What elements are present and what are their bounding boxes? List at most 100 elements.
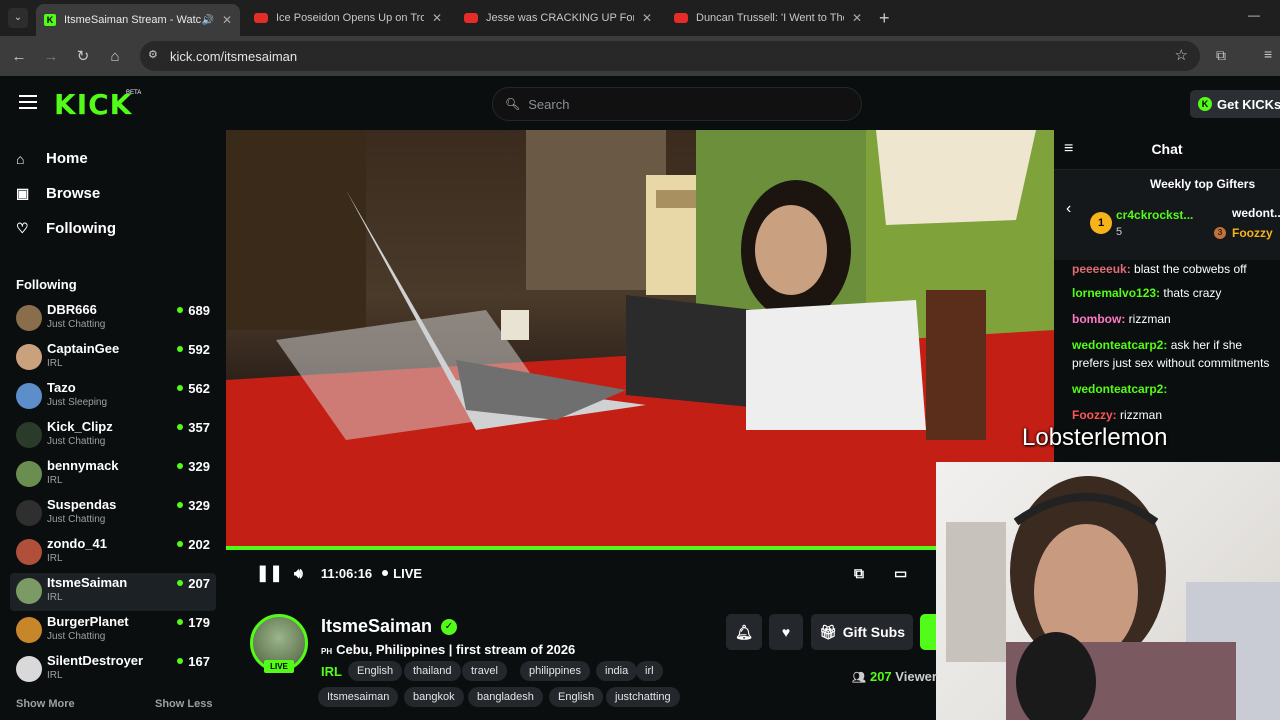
- collapse-chat-icon[interactable]: ≡: [1064, 130, 1073, 168]
- browser-tab[interactable]: Jesse was CRACKING UP For RA ✕: [456, 4, 660, 32]
- extensions-icon[interactable]: ⧉: [1216, 47, 1226, 64]
- channel-name: SilentDestroyer: [47, 653, 144, 668]
- tag-chip[interactable]: English: [549, 687, 604, 707]
- chevron-left-icon[interactable]: ‹: [1066, 200, 1071, 218]
- tag-chip[interactable]: travel: [462, 661, 507, 681]
- country-code: PH: [321, 647, 333, 656]
- new-tab-button[interactable]: +: [879, 8, 890, 29]
- tag-chip[interactable]: thailand: [404, 661, 461, 681]
- tag-chip[interactable]: india: [596, 661, 638, 681]
- nav-label: Browse: [46, 185, 101, 202]
- tag-chip[interactable]: bangladesh: [468, 687, 543, 707]
- chat-username[interactable]: wedonteatcarp2:: [1072, 338, 1167, 352]
- gifter-name[interactable]: wedont...: [1232, 206, 1280, 220]
- nav-label: Home: [46, 150, 88, 167]
- close-tab-icon[interactable]: ✕: [432, 11, 442, 25]
- channel-name: Suspendas: [47, 497, 117, 512]
- gifter-name[interactable]: Foozzy: [1232, 226, 1273, 240]
- sidebar-channel-kick_clipz[interactable]: Kick_Clipz Just Chatting 357: [10, 417, 216, 455]
- search-placeholder: Search: [528, 96, 570, 112]
- youtube-favicon-icon: [674, 13, 688, 23]
- search-input[interactable]: 🔍︎ Search: [492, 87, 862, 121]
- browser-tab[interactable]: Duncan Trussell: 'I Went to The ✕: [666, 4, 870, 32]
- gift-subs-button[interactable]: 🎁︎ Gift Subs: [811, 614, 913, 650]
- sidebar-channel-zondo_41[interactable]: zondo_41 IRL 202: [10, 534, 216, 572]
- video-player[interactable]: [226, 130, 1054, 550]
- sidebar-item-browse[interactable]: ▣ Browse: [16, 185, 100, 202]
- chat-message: wedonteatcarp2: ask her if she: [1072, 338, 1242, 352]
- close-tab-icon[interactable]: ✕: [852, 11, 862, 25]
- minimize-button[interactable]: —: [1248, 8, 1260, 22]
- hamburger-menu-icon[interactable]: [19, 95, 37, 109]
- channel-avatar: [16, 578, 42, 604]
- sidebar-channel-bennymack[interactable]: bennymack IRL 329: [10, 456, 216, 494]
- channel-category: Just Chatting: [47, 436, 106, 447]
- address-bar[interactable]: ⚙ kick.com/itsmesaiman ☆: [140, 41, 1200, 71]
- volume-icon[interactable]: 🔊︎: [294, 565, 303, 582]
- close-tab-icon[interactable]: ✕: [642, 11, 652, 25]
- chat-username[interactable]: wedonteatcarp2:: [1072, 382, 1167, 396]
- tag-chip[interactable]: English: [348, 661, 403, 681]
- browse-icon: ▣: [16, 185, 30, 201]
- reload-icon[interactable]: ↻: [70, 47, 96, 65]
- close-tab-icon[interactable]: ✕: [222, 13, 232, 27]
- forward-icon[interactable]: →: [38, 48, 64, 65]
- tag-chip[interactable]: bangkok: [404, 687, 464, 707]
- sidebar-channel-dbr666[interactable]: DBR666 Just Chatting 689: [10, 300, 216, 338]
- sidebar-item-home[interactable]: ⌂ Home: [16, 150, 88, 167]
- sidebar-channel-burgerplanet[interactable]: BurgerPlanet Just Chatting 179: [10, 612, 216, 650]
- streamer-name[interactable]: ItsmeSaiman: [321, 616, 432, 637]
- pause-icon[interactable]: ❚❚: [256, 563, 283, 583]
- sidebar-channel-captaingee[interactable]: CaptainGee IRL 592: [10, 339, 216, 377]
- chat-username[interactable]: peeeeeuk:: [1072, 262, 1131, 276]
- tag-chip[interactable]: Itsmesaiman: [318, 687, 399, 707]
- url-text: kick.com/itsmesaiman: [170, 48, 298, 64]
- gifter-count: 5: [1116, 226, 1123, 238]
- menu-icon[interactable]: ≡: [1264, 46, 1272, 62]
- back-icon[interactable]: ←: [6, 48, 32, 65]
- channel-viewers: 329: [177, 459, 210, 474]
- chat-username[interactable]: bombow:: [1072, 312, 1125, 326]
- chat-header: ≡ Chat: [1054, 130, 1280, 170]
- sidebar-item-following[interactable]: ♡ Following: [16, 220, 116, 237]
- sidebar-channel-itsmesaiman[interactable]: ItsmeSaiman IRL 207: [10, 573, 216, 611]
- sidebar-channel-silentdestroyer[interactable]: SilentDestroyer IRL 167: [10, 651, 216, 689]
- category-link[interactable]: IRL: [321, 664, 342, 679]
- get-kicks-button[interactable]: K Get KICKs: [1190, 90, 1280, 118]
- theater-mode-icon[interactable]: ▭: [894, 565, 907, 582]
- heart-icon: ♥: [781, 624, 791, 640]
- chat-username[interactable]: lornemalvo123:: [1072, 286, 1160, 300]
- miniplayer-icon[interactable]: ⧉: [854, 565, 864, 582]
- subscribe-button[interactable]: [920, 614, 936, 650]
- tag-chip[interactable]: irl: [636, 661, 663, 681]
- gifter-rank-badge: 1: [1090, 212, 1112, 234]
- audio-icon[interactable]: 🔊: [201, 15, 213, 26]
- sidebar-channel-suspendas[interactable]: Suspendas Just Chatting 329: [10, 495, 216, 533]
- chat-username[interactable]: Foozzy:: [1072, 408, 1117, 422]
- home-page-icon[interactable]: ⌂: [102, 48, 128, 65]
- browser-tab[interactable]: K ItsmeSaiman Stream - Watch 🔊 ✕: [36, 4, 240, 36]
- chat-text: prefers just sex without commitments: [1072, 356, 1270, 370]
- browser-tab[interactable]: Ice Poseidon Opens Up on Trou ✕: [246, 4, 450, 32]
- show-less-button[interactable]: Show Less: [155, 698, 212, 710]
- webcam-overlay: [936, 462, 1280, 720]
- gifter-name[interactable]: cr4ckrockst...: [1116, 208, 1193, 222]
- webcam-frame: [946, 476, 1280, 720]
- kick-logo[interactable]: KICK: [54, 88, 132, 121]
- bookmark-star-icon[interactable]: ☆: [1175, 46, 1188, 64]
- show-more-button[interactable]: Show More: [16, 698, 75, 710]
- tab-search-dropdown[interactable]: ⌄: [8, 8, 28, 28]
- tag-chip[interactable]: philippines: [520, 661, 590, 681]
- notification-bell-button[interactable]: 🔔︎: [726, 614, 762, 650]
- sidebar-channel-tazo[interactable]: Tazo Just Sleeping 562: [10, 378, 216, 416]
- tag-chip[interactable]: justchatting: [606, 687, 680, 707]
- channel-name: CaptainGee: [47, 341, 120, 356]
- player-controls: ❚❚ 🔊︎ 11:06:16 LIVE ⧉ ▭: [226, 550, 936, 596]
- channel-category: Just Sleeping: [47, 397, 108, 408]
- site-info-icon[interactable]: ⚙: [148, 48, 158, 61]
- channel-category: IRL: [47, 592, 63, 603]
- channel-name: ItsmeSaiman: [47, 575, 128, 590]
- channel-avatar: [16, 617, 42, 643]
- follow-button[interactable]: ♥: [769, 614, 803, 650]
- channel-viewers: 562: [177, 381, 210, 396]
